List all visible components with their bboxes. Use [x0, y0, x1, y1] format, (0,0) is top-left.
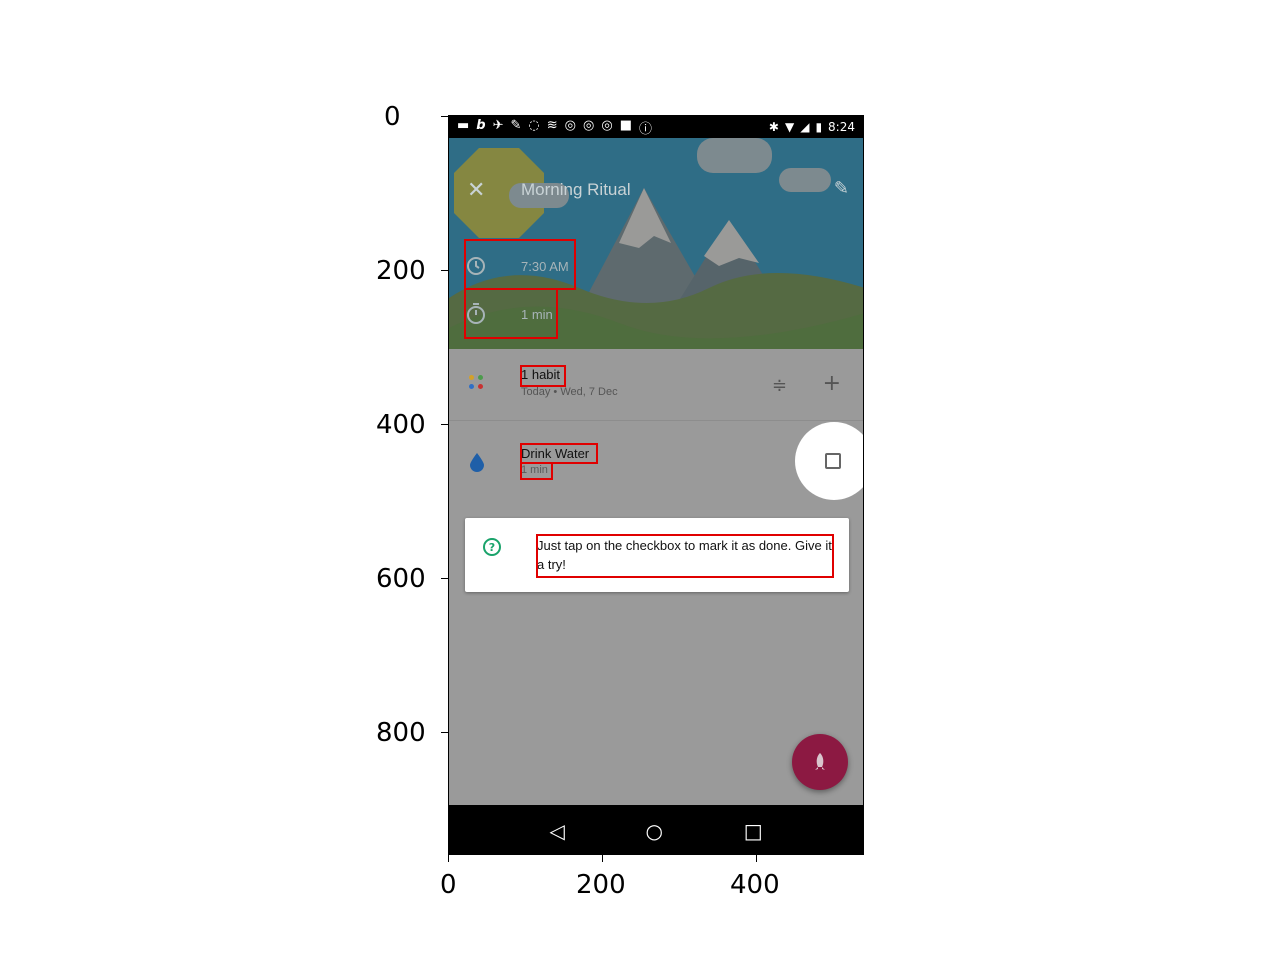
- x-axis-tick: [448, 855, 449, 862]
- reorder-icon[interactable]: ≑: [772, 375, 787, 396]
- x-axis-label-200: 200: [576, 870, 626, 900]
- habit-name: Drink Water: [521, 446, 590, 461]
- home-icon[interactable]: ○: [646, 819, 663, 843]
- edit-icon[interactable]: ✎: [834, 178, 849, 199]
- clock-text: 8:24: [828, 120, 855, 134]
- x-axis-label-0: 0: [440, 870, 457, 900]
- square-icon: ■: [619, 117, 632, 133]
- alarm-time: 7:30 AM: [521, 258, 569, 274]
- timer-icon: [465, 302, 489, 326]
- status-right: ✱ ▼ ◢ ▮ 8:24: [769, 120, 855, 134]
- sf-icon: ◎: [583, 117, 595, 133]
- rocket-icon: [815, 753, 825, 770]
- habits-header: 1 habit Today • Wed, 7 Dec ≑ +: [449, 349, 863, 421]
- tip-card: ? Just tap on the checkbox to mark it as…: [465, 518, 849, 592]
- y-axis-tick: [441, 732, 448, 733]
- y-axis-label-200: 200: [376, 256, 426, 286]
- add-habit-icon[interactable]: +: [823, 371, 841, 396]
- y-axis-tick: [441, 270, 448, 271]
- y-axis-label-800: 800: [376, 718, 426, 748]
- battery-icon: ▮: [815, 120, 823, 134]
- close-icon[interactable]: ✕: [467, 178, 485, 203]
- duration-row[interactable]: 1 min: [465, 302, 553, 326]
- sf-icon: ◎: [564, 117, 577, 133]
- wrench-icon: ✎: [510, 117, 522, 133]
- nav-bar: ◁ ○ □: [449, 805, 863, 854]
- info-icon: ⓘ: [639, 121, 653, 137]
- ritual-header: ✕ Morning Ritual ✎ 7:30 AM 1 min: [449, 138, 863, 349]
- habits-count: 1 habit: [521, 367, 561, 382]
- ritual-duration: 1 min: [521, 306, 553, 322]
- phone-screen: ▬ b ✈ ✎ ◌ ≋ ◎ ◎ ◎ ■ ⓘ ✱ ▼ ◢ ▮ 8:24 ✕ Mor…: [448, 115, 864, 855]
- habit-checkbox[interactable]: [825, 453, 841, 469]
- y-axis-label-600: 600: [376, 564, 426, 594]
- y-axis-label-0: 0: [384, 102, 401, 132]
- y-axis-tick: [441, 424, 448, 425]
- help-icon: ?: [483, 538, 501, 556]
- notification-icons: ▬ b ✈ ✎ ◌ ≋ ◎ ◎ ◎ ■ ⓘ: [457, 118, 652, 137]
- back-icon[interactable]: ◁: [549, 819, 564, 843]
- alarm-clock-icon: [465, 254, 489, 278]
- start-ritual-fab[interactable]: [792, 734, 848, 790]
- stack-icon: ≋: [546, 117, 558, 133]
- y-axis-label-400: 400: [376, 410, 426, 440]
- message-icon: ◌: [528, 117, 540, 133]
- tip-text: Just tap on the checkbox to mark it as d…: [537, 538, 832, 572]
- habits-dots-icon: [469, 375, 485, 391]
- chat-icon: ▬: [457, 117, 470, 133]
- wifi-icon: ▼: [784, 120, 795, 134]
- x-axis-tick: [602, 855, 603, 862]
- habit-duration: 1 min: [521, 464, 548, 476]
- recents-icon[interactable]: □: [744, 819, 763, 843]
- alarm-row[interactable]: 7:30 AM: [465, 254, 569, 278]
- y-axis-tick: [441, 578, 448, 579]
- y-axis-tick: [441, 116, 448, 117]
- habits-date: Today • Wed, 7 Dec: [521, 386, 618, 398]
- bird-icon: ✈: [492, 117, 504, 133]
- bluetooth-icon: ✱: [768, 120, 779, 134]
- x-axis-label-400: 400: [730, 870, 780, 900]
- signal-icon: ◢: [800, 120, 810, 134]
- sf-icon: ◎: [601, 117, 613, 133]
- x-axis-tick: [756, 855, 757, 862]
- status-bar: ▬ b ✈ ✎ ◌ ≋ ◎ ◎ ◎ ■ ⓘ ✱ ▼ ◢ ▮ 8:24: [449, 116, 863, 138]
- water-drop-icon: [469, 452, 485, 476]
- bing-icon: b: [476, 117, 486, 133]
- page-title: Morning Ritual: [521, 180, 631, 199]
